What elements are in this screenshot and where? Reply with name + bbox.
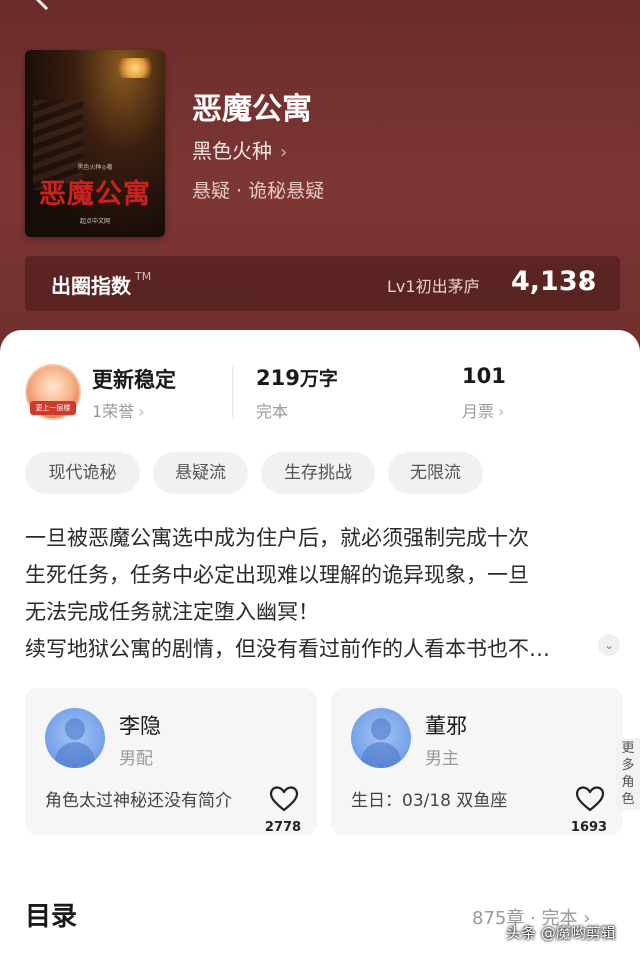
popularity-level: Lv1初出茅庐 bbox=[387, 277, 480, 296]
character-desc: 角色太过神秘还没有简介 bbox=[45, 791, 232, 811]
character-role: 男配 bbox=[119, 749, 153, 769]
synopsis-line: 一旦被恶魔公寓选中成为住户后，就必须强制完成十次 bbox=[25, 526, 529, 550]
honor-link[interactable]: 1荣誉 › bbox=[92, 398, 145, 422]
completion-status: 完本 bbox=[256, 402, 289, 421]
character-name: 李隐 bbox=[119, 714, 161, 738]
cover-title: 恶魔公寓 bbox=[39, 179, 151, 210]
synopsis-line: 续写地狱公寓的剧情，但没有看过前作的人看本书也不… bbox=[25, 637, 550, 661]
chevron-right-icon: › bbox=[138, 402, 145, 421]
more-roles-tab[interactable]: 更多角色 bbox=[616, 738, 640, 810]
like-count: 1693 bbox=[570, 820, 608, 835]
character-name: 董邪 bbox=[425, 714, 467, 738]
character-desc: 生日：03/18 双鱼座 bbox=[351, 791, 508, 811]
stats-divider bbox=[232, 366, 233, 418]
book-genre: 悬疑 · 诡秘悬疑 bbox=[192, 180, 325, 202]
monthly-ticket-count: 101 bbox=[462, 364, 506, 388]
cover-author: 黑色火种◎著 bbox=[77, 164, 113, 171]
synopsis-line: 生死任务，任务中必定出现难以理解的诡异现象，一旦 bbox=[25, 563, 529, 587]
chevron-right-icon: › bbox=[280, 142, 288, 163]
chevron-down-icon[interactable]: ⌄ bbox=[598, 634, 620, 656]
tag-chip[interactable]: 无限流 bbox=[388, 452, 483, 494]
character-card[interactable]: 李隐 男配 角色太过神秘还没有简介 2778 bbox=[25, 688, 317, 835]
popularity-index-bar[interactable]: 出圈指数 TM Lv1初出茅庐 4,138 › bbox=[25, 256, 620, 311]
update-status: 更新稳定 bbox=[92, 368, 176, 392]
badge-ribbon: 更上一层楼 bbox=[30, 401, 76, 415]
trademark-mark: TM bbox=[135, 270, 152, 283]
tag-chip[interactable]: 现代诡秘 bbox=[25, 452, 140, 494]
avatar bbox=[45, 708, 105, 768]
toc-title: 目录 bbox=[25, 902, 78, 932]
heart-icon[interactable] bbox=[270, 786, 298, 812]
monthly-ticket-link[interactable]: 月票 › bbox=[462, 398, 504, 422]
chevron-right-icon: › bbox=[498, 402, 505, 421]
character-role: 男主 bbox=[425, 749, 459, 769]
chevron-right-icon: › bbox=[581, 270, 589, 294]
author-link[interactable]: 黑色火种 › bbox=[192, 135, 287, 164]
synopsis[interactable]: 一旦被恶魔公寓选中成为住户后，就必须强制完成十次 生死任务，任务中必定出现难以理… bbox=[25, 520, 621, 668]
avatar bbox=[351, 708, 411, 768]
book-title: 恶魔公寓 bbox=[192, 92, 312, 127]
tag-chip[interactable]: 悬疑流 bbox=[153, 452, 248, 494]
popularity-index-label: 出圈指数 TM bbox=[51, 270, 152, 298]
watermark: 头条 @魔哟剪辑 bbox=[506, 924, 616, 942]
tag-chip[interactable]: 生存挑战 bbox=[261, 452, 375, 494]
author-name: 黑色火种 bbox=[192, 139, 272, 163]
character-card[interactable]: 董邪 男主 生日：03/18 双鱼座 1693 bbox=[331, 688, 623, 835]
synopsis-line: 无法完成任务就注定堕入幽冥！ bbox=[25, 600, 319, 624]
heart-icon[interactable] bbox=[576, 786, 604, 812]
like-count: 2778 bbox=[264, 820, 302, 835]
cover-lamp-graphic bbox=[113, 58, 157, 78]
word-count: 219万字 bbox=[256, 366, 338, 390]
cover-publisher: 起点中文网 bbox=[79, 218, 110, 225]
book-cover[interactable]: 黑色火种◎著 恶魔公寓 起点中文网 bbox=[25, 50, 165, 237]
